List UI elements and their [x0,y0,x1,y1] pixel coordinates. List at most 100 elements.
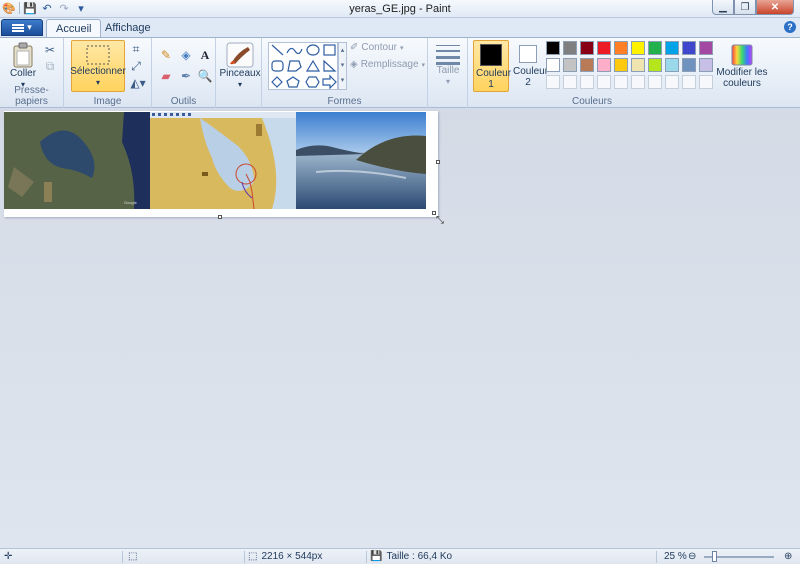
satellite-image: Google [4,112,150,209]
crop-icon[interactable]: ⌗ [128,41,144,57]
palette-swatch[interactable] [546,58,560,72]
resize-handle-bottom[interactable] [218,215,222,219]
palette-custom-slot[interactable] [699,75,713,89]
menu-icon [12,23,25,32]
window-title: yeras_GE.jpg - Paint [349,3,451,15]
cursor-position-icon: ✛ [4,551,13,562]
help-icon[interactable]: ? [784,21,796,33]
brushes-button[interactable]: Pinceaux ▾ [219,42,261,90]
outline-button[interactable]: ✐ Contour ▾ [350,42,403,53]
palette-swatch[interactable] [614,58,628,72]
magnifier-icon[interactable]: 🔍 [197,68,213,84]
colors-group: Couleur 1 Couleur 2 Modifier les couleur… [468,38,800,109]
clipboard-group: Coller ▾ ✂ ⧉ Presse-papiers [0,38,64,109]
palette-custom-slot[interactable] [631,75,645,89]
palette-custom-slot[interactable] [597,75,611,89]
palette-custom-slot[interactable] [563,75,577,89]
maximize-button[interactable]: ❐ [734,0,756,15]
color2-button[interactable]: Couleur 2 [510,43,548,88]
zoom-in-button[interactable]: ⊕ [784,551,792,562]
palette-swatch[interactable] [682,58,696,72]
drawing-canvas[interactable]: Google [4,111,440,219]
chevron-down-icon: ▾ [421,61,426,69]
svg-text:Google: Google [124,200,138,205]
file-size: Taille : 66,4 Ko [386,551,453,562]
line-width-icon [436,45,460,65]
cut-icon[interactable]: ✂ [42,42,58,58]
app-menu-button[interactable]: ▾ [1,19,43,36]
zoom-slider[interactable] [704,551,774,562]
shapes-gallery [268,42,338,90]
tab-affichage[interactable]: Affichage [96,19,160,37]
size-button[interactable]: Taille ▾ [432,43,464,87]
landscape-photo [296,112,426,209]
chevron-down-icon: ▾ [237,80,242,89]
color-picker-icon[interactable]: ✒ [178,68,194,84]
palette-swatch[interactable] [546,41,560,55]
palette-swatch[interactable] [614,41,628,55]
palette-custom-slot[interactable] [665,75,679,89]
palette-custom-slot[interactable] [648,75,662,89]
copy-icon[interactable]: ⧉ [42,58,58,74]
palette-swatch[interactable] [699,58,713,72]
fill-icon[interactable]: ◈ [178,47,194,63]
shapes-scroll[interactable]: ▴ ▾ ▾ [338,42,347,90]
palette-custom-slot[interactable] [580,75,594,89]
tools-group-label: Outils [170,96,197,107]
tab-accueil[interactable]: Accueil [46,19,102,37]
edit-colors-button[interactable]: Modifier les couleurs [716,43,768,89]
resize-icon[interactable]: ⤢ [128,58,144,74]
size-label: Taille [436,65,460,76]
outline-label: Contour [361,42,397,53]
palette-swatch[interactable] [665,41,679,55]
palette-swatch[interactable] [563,41,577,55]
triangle-shape-icon [305,59,321,72]
text-icon[interactable]: A [197,47,213,63]
palette-swatch[interactable] [648,41,662,55]
fill-bucket-icon: ◈ [350,59,358,70]
zoom-slider-thumb[interactable] [712,551,717,562]
palette-custom-slot[interactable] [682,75,696,89]
palette-custom-slot[interactable] [546,75,560,89]
paste-button[interactable]: Coller ▾ [6,42,40,90]
arrow-shape-icon [322,74,337,90]
chart-map-image [150,112,296,209]
image-dimensions: 2216 × 544px [261,551,323,562]
zoom-out-button[interactable]: ⊖ [688,551,696,562]
resize-handle-right[interactable] [436,160,440,164]
palette-swatch[interactable] [648,58,662,72]
brush-icon [226,42,254,68]
palette-swatch[interactable] [597,58,611,72]
disk-icon: 💾 [370,551,383,562]
pencil-icon[interactable]: ✎ [158,47,174,63]
palette-swatch[interactable] [631,41,645,55]
palette-swatch[interactable] [563,58,577,72]
palette-swatch[interactable] [631,58,645,72]
colors-group-label: Couleurs [571,96,613,107]
color1-button[interactable]: Couleur 1 [473,40,511,92]
shapes-group-label: Formes [327,96,362,107]
palette-swatch[interactable] [665,58,679,72]
chevron-down-icon: ▾ [399,44,404,52]
eraser-icon[interactable]: ▰ [158,68,174,84]
image-group-label: Image [93,96,122,107]
pentagon-shape-icon [286,76,300,88]
palette-swatch[interactable] [580,58,594,72]
fill-button[interactable]: ◈ Remplissage ▾ [350,59,425,70]
status-bar: ✛ ⬚ ⬚ 2216 × 544px 💾 Taille : 66,4 Ko 25… [0,548,800,564]
select-button[interactable]: Sélectionner ▾ [70,40,126,92]
close-button[interactable]: ✕ [756,0,794,15]
line-shape-icon [271,44,284,56]
color2-swatch [519,45,537,63]
palette-swatch[interactable] [597,41,611,55]
palette-swatch[interactable] [580,41,594,55]
minimize-button[interactable]: ▁ [712,0,734,15]
palette-swatch[interactable] [682,41,696,55]
palette-custom-slot[interactable] [614,75,628,89]
rotate-icon[interactable]: ◭▾ [128,75,148,91]
polygon-shape-icon [287,60,302,72]
brushes-group: Pinceaux ▾ [216,38,262,109]
chevron-down-icon: ▾ [445,77,450,86]
zoom-level: 25 % [664,551,687,562]
palette-swatch[interactable] [699,41,713,55]
